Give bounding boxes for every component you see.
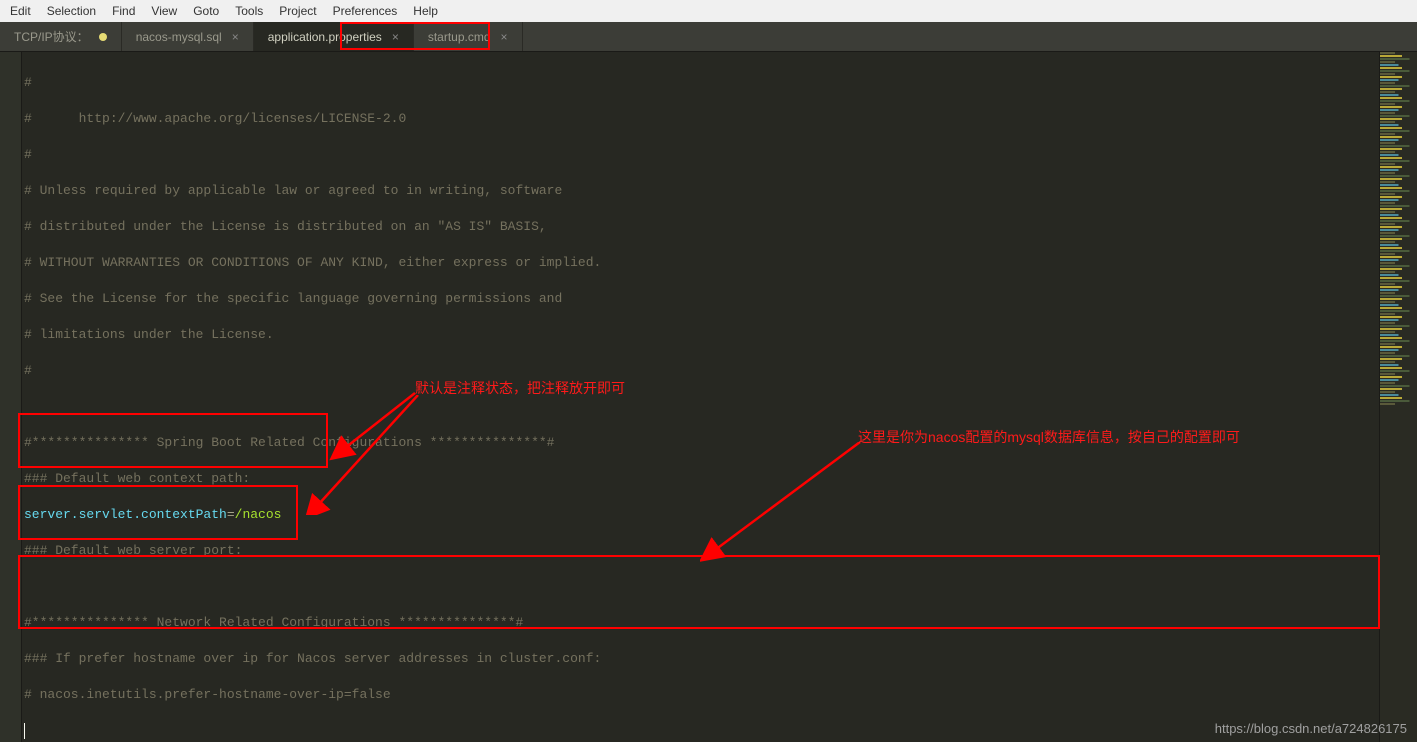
code-line: # (24, 362, 1377, 380)
menu-help[interactable]: Help (405, 2, 446, 20)
menu-edit[interactable]: Edit (2, 2, 39, 20)
tab-tcpip[interactable]: TCP/IP协议： (0, 22, 122, 51)
code-line (24, 398, 1377, 416)
menubar: Edit Selection Find View Goto Tools Proj… (0, 0, 1417, 22)
code-line: # WITHOUT WARRANTIES OR CONDITIONS OF AN… (24, 254, 1377, 272)
code-line: server.servlet.contextPath=/nacos (24, 506, 1377, 524)
code-line: # distributed under the License is distr… (24, 218, 1377, 236)
code-line: # Unless required by applicable law or a… (24, 182, 1377, 200)
code-line: # limitations under the License. (24, 326, 1377, 344)
tabbar: TCP/IP协议： nacos-mysql.sql × application.… (0, 22, 1417, 52)
code-line: # (24, 74, 1377, 92)
text-cursor (24, 723, 25, 739)
code-line: # See the License for the specific langu… (24, 290, 1377, 308)
menu-view[interactable]: View (143, 2, 185, 20)
tab-label: nacos-mysql.sql (136, 30, 222, 44)
editor-wrap: # # http://www.apache.org/licenses/LICEN… (0, 52, 1417, 742)
code-line: # nacos.inetutils.prefer-hostname-over-i… (24, 686, 1377, 704)
minimap[interactable] (1379, 52, 1417, 742)
line-number-gutter (0, 52, 22, 742)
menu-find[interactable]: Find (104, 2, 143, 20)
tab-label: startup.cmd (428, 30, 491, 44)
menu-preferences[interactable]: Preferences (325, 2, 406, 20)
code-line: ### If prefer hostname over ip for Nacos… (24, 650, 1377, 668)
tab-label: application.properties (268, 30, 382, 44)
code-line (24, 578, 1377, 596)
code-line: # (24, 146, 1377, 164)
menu-selection[interactable]: Selection (39, 2, 104, 20)
menu-goto[interactable]: Goto (185, 2, 227, 20)
code-line: # http://www.apache.org/licenses/LICENSE… (24, 110, 1377, 128)
tab-application-properties[interactable]: application.properties × (254, 22, 414, 51)
close-icon[interactable]: × (501, 30, 508, 44)
code-line (24, 722, 1377, 740)
tab-nacos-mysql[interactable]: nacos-mysql.sql × (122, 22, 254, 51)
code-line: ### Default web server port: (24, 542, 1377, 560)
code-line: #*************** Network Related Configu… (24, 614, 1377, 632)
close-icon[interactable]: × (232, 30, 239, 44)
menu-project[interactable]: Project (271, 2, 324, 20)
code-line: #*************** Spring Boot Related Con… (24, 434, 1377, 452)
code-line: ### Default web context path: (24, 470, 1377, 488)
tab-startup-cmd[interactable]: startup.cmd × (414, 22, 523, 51)
close-icon[interactable]: × (392, 30, 399, 44)
tab-dirty-icon (99, 33, 107, 41)
tab-label: TCP/IP协议： (14, 28, 89, 45)
code-editor[interactable]: # # http://www.apache.org/licenses/LICEN… (22, 52, 1379, 742)
menu-tools[interactable]: Tools (227, 2, 271, 20)
